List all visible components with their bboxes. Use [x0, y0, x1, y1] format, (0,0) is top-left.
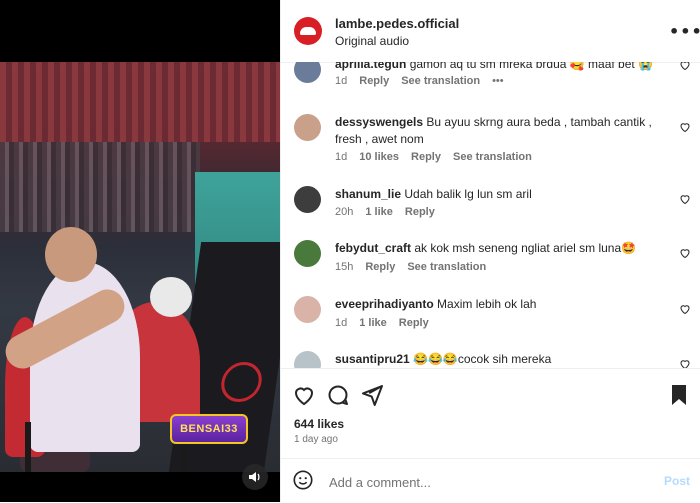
- comment-likes[interactable]: 1 like: [359, 317, 387, 329]
- post-header: lambe.pedes.official Original audio •••: [281, 0, 700, 63]
- commenter-username[interactable]: febydut_craft: [335, 241, 411, 255]
- add-comment-bar: Post: [281, 458, 700, 503]
- media-watermark: BENSAI33: [170, 414, 248, 444]
- comment-time: 1d: [335, 75, 348, 87]
- comment-text: eveeprihadiyanto Maxim lebih ok lah: [335, 297, 537, 311]
- stands-background: [0, 62, 280, 142]
- commenter-avatar[interactable]: [294, 351, 321, 368]
- more-options-icon[interactable]: •••: [669, 22, 700, 41]
- reply-button[interactable]: Reply: [365, 261, 395, 273]
- post-time: 1 day ago: [294, 434, 338, 445]
- comment-meta: 20h 1 like Reply: [335, 206, 447, 218]
- account-avatar[interactable]: [294, 17, 322, 45]
- commenter-username[interactable]: eveeprihadiyanto: [335, 297, 434, 311]
- comments-list[interactable]: aprilia.teguh gamon aq tu sm mreka brdua…: [281, 62, 700, 368]
- save-bookmark-icon[interactable]: [667, 383, 691, 407]
- audio-label[interactable]: Original audio: [335, 34, 409, 48]
- see-translation-link[interactable]: See translation: [453, 151, 532, 163]
- spectator-head: [45, 227, 97, 282]
- comment-time: 1d: [335, 151, 348, 163]
- chair: [25, 422, 187, 472]
- spectator-head: [150, 277, 192, 317]
- see-translation-link[interactable]: See translation: [407, 261, 486, 273]
- commenter-avatar[interactable]: [294, 114, 321, 141]
- comment-time: 15h: [335, 261, 354, 273]
- comment-time: 1d: [335, 317, 348, 329]
- comment-text: dessyswengels Bu ayuu skrng aura beda , …: [335, 115, 652, 146]
- likes-count[interactable]: 644 likes: [294, 417, 344, 431]
- like-comment-icon[interactable]: [679, 303, 691, 315]
- like-comment-icon[interactable]: [679, 358, 691, 368]
- post-side-panel: lambe.pedes.official Original audio ••• …: [280, 0, 700, 502]
- like-icon[interactable]: [292, 383, 316, 407]
- share-icon[interactable]: [360, 383, 384, 407]
- comment-text: febydut_craft ak kok msh seneng ngliat a…: [335, 241, 637, 255]
- instagram-post-window: BENSAI33 lambe.pedes.official Original a…: [0, 0, 700, 502]
- like-comment-icon[interactable]: [679, 193, 691, 205]
- comment-text: shanum_lie Udah balik lg lun sm aril: [335, 187, 532, 201]
- like-comment-icon[interactable]: [679, 62, 691, 71]
- emoji-icon[interactable]: [292, 469, 314, 491]
- commenter-username[interactable]: shanum_lie: [335, 187, 401, 201]
- post-media[interactable]: BENSAI33: [0, 0, 280, 502]
- post-actions-bar: [281, 368, 700, 419]
- comment-icon[interactable]: [326, 383, 350, 407]
- see-translation-link[interactable]: See translation: [401, 75, 480, 87]
- commenter-avatar[interactable]: [294, 62, 321, 83]
- comment-meta: 1d 1 like Reply: [335, 317, 441, 329]
- comment-meta: 1d 10 likes Reply See translation: [335, 151, 544, 163]
- reply-button[interactable]: Reply: [359, 75, 389, 87]
- account-username[interactable]: lambe.pedes.official: [335, 16, 459, 31]
- commenter-avatar[interactable]: [294, 296, 321, 323]
- comment-time: 20h: [335, 206, 354, 218]
- like-comment-icon[interactable]: [679, 247, 691, 259]
- comment-likes[interactable]: 1 like: [365, 206, 393, 218]
- video-frame[interactable]: BENSAI33: [0, 62, 280, 472]
- post-comment-button[interactable]: Post: [664, 474, 690, 488]
- commenter-username[interactable]: aprilia.teguh: [335, 62, 406, 71]
- comment-likes[interactable]: 10 likes: [359, 151, 399, 163]
- comment-text: aprilia.teguh gamon aq tu sm mreka brdua…: [335, 62, 665, 73]
- volume-icon[interactable]: [242, 464, 268, 490]
- reply-button[interactable]: Reply: [399, 317, 429, 329]
- comment-text: susantipru21 😂😂😂cocok sih mereka: [335, 352, 552, 366]
- add-comment-input[interactable]: [327, 471, 631, 493]
- reply-button[interactable]: Reply: [405, 206, 435, 218]
- crowd-background: [0, 142, 200, 232]
- comment-meta: 15h Reply See translation: [335, 261, 498, 273]
- commenter-avatar[interactable]: [294, 186, 321, 213]
- commenter-username[interactable]: susantipru21: [335, 352, 410, 366]
- commenter-avatar[interactable]: [294, 240, 321, 267]
- commenter-username[interactable]: dessyswengels: [335, 115, 423, 129]
- like-comment-icon[interactable]: [679, 121, 691, 133]
- comment-meta: 1d Reply See translation •••: [335, 75, 516, 87]
- comment-more-icon[interactable]: •••: [492, 75, 504, 87]
- reply-button[interactable]: Reply: [411, 151, 441, 163]
